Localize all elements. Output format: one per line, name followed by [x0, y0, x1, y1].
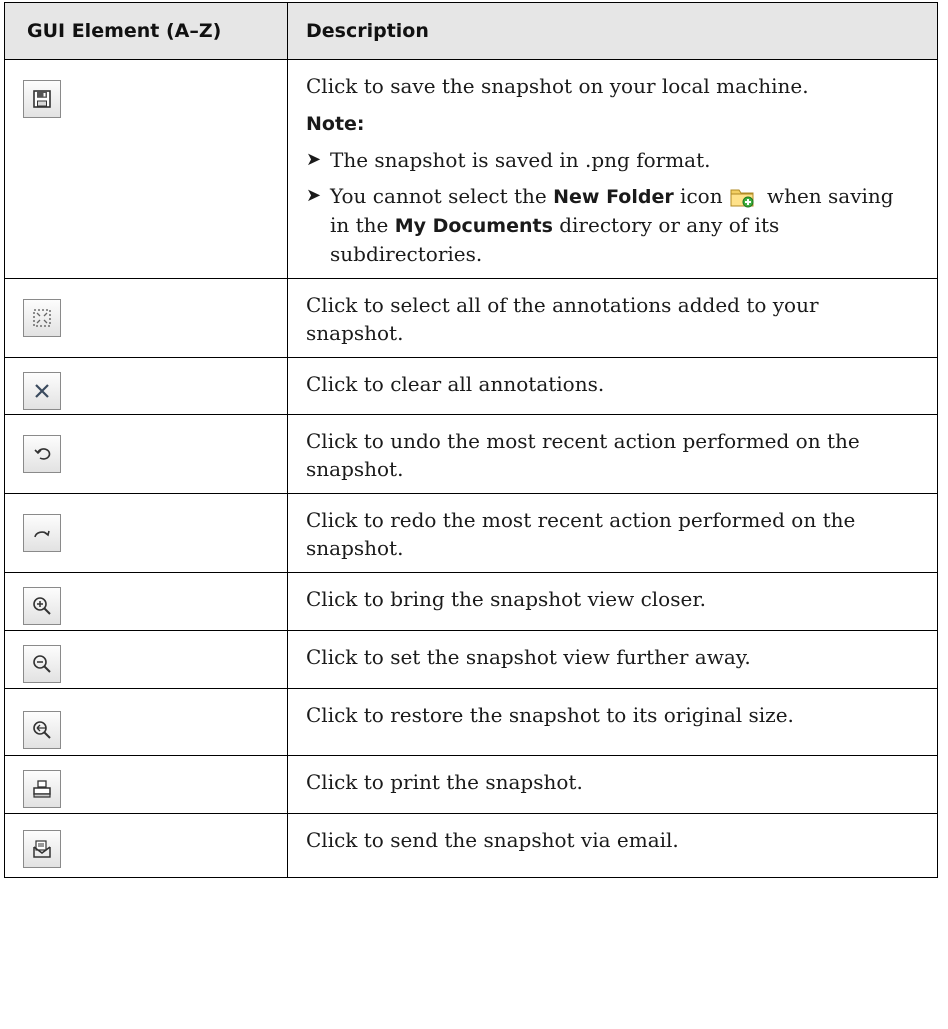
column-header-description: Description [287, 2, 938, 60]
table-row: Click to restore the snapshot to its ori… [4, 688, 938, 756]
arrow-bullet-icon: ➤ [306, 185, 322, 206]
table-row: Click to send the snapshot via email. [4, 813, 938, 878]
floppy-disk-icon[interactable] [23, 80, 61, 118]
bullet-item: ➤ The snapshot is saved in .png format. [306, 148, 711, 172]
table-row: Click to undo the most recent action per… [4, 414, 938, 494]
description-text: Click to undo the most recent action per… [306, 429, 860, 481]
zoom-in-icon[interactable] [23, 587, 61, 625]
column-header-gui-element: GUI Element (A–Z) [4, 2, 288, 60]
gui-elements-table: GUI Element (A–Z) Description Click to s… [4, 2, 938, 878]
table-row: Click to bring the snapshot view closer. [4, 572, 938, 631]
description-text: Click to print the snapshot. [306, 770, 583, 794]
table-row: Click to save the snapshot on your local… [4, 59, 938, 279]
description-text: Click to bring the snapshot view closer. [306, 587, 707, 611]
description-text: Click to set the snapshot view further a… [306, 645, 751, 669]
description-text: Click to restore the snapshot to its ori… [306, 703, 794, 727]
table-row: Click to select all of the annotations a… [4, 278, 938, 358]
email-icon[interactable] [23, 830, 61, 868]
description-text: Click to send the snapshot via email. [306, 828, 679, 852]
description-text: Click to redo the most recent action per… [306, 508, 856, 560]
table-header-row: GUI Element (A–Z) Description [4, 2, 938, 60]
table-row: Click to print the snapshot. [4, 755, 938, 814]
description-text: Click to save the snapshot on your local… [306, 74, 809, 98]
zoom-out-icon[interactable] [23, 645, 61, 683]
table-row: Click to set the snapshot view further a… [4, 630, 938, 689]
undo-icon[interactable] [23, 435, 61, 473]
table-row: Click to redo the most recent action per… [4, 493, 938, 573]
redo-icon[interactable] [23, 514, 61, 552]
restore-size-icon[interactable] [23, 711, 61, 749]
table-row: Click to clear all annotations. [4, 357, 938, 415]
close-x-icon[interactable] [23, 372, 61, 410]
print-icon[interactable] [23, 770, 61, 808]
select-all-icon[interactable] [23, 299, 61, 337]
description-text: Click to clear all annotations. [306, 372, 605, 396]
new-folder-icon [730, 189, 754, 208]
bullet-item: ➤ You cannot select the New Folder icon w… [306, 184, 894, 266]
arrow-bullet-icon: ➤ [306, 149, 322, 170]
note-label: Note: [306, 113, 365, 135]
description-text: Click to select all of the annotations a… [306, 293, 819, 345]
